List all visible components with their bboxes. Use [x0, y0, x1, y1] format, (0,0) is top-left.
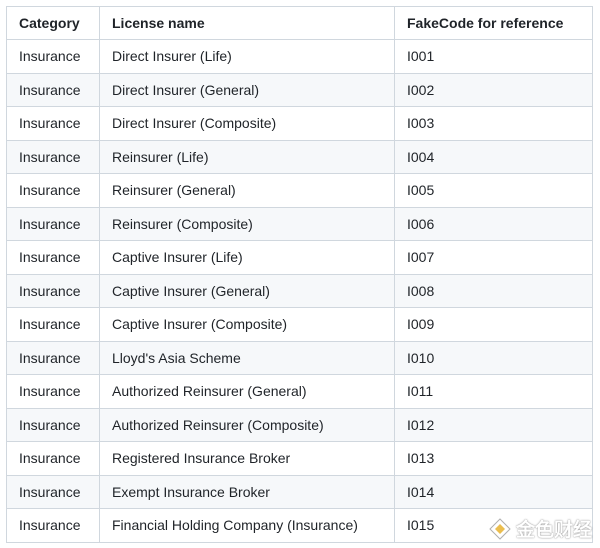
- cell-license-name: Captive Insurer (General): [99, 273, 395, 308]
- cell-category: Insurance: [6, 139, 100, 174]
- cell-category: Insurance: [6, 206, 100, 241]
- cell-category: Insurance: [6, 106, 100, 141]
- table-row: Insurance Reinsurer (General) I005: [6, 173, 593, 208]
- cell-fakecode: I003: [394, 106, 593, 141]
- cell-category: Insurance: [6, 240, 100, 275]
- cell-fakecode: I001: [394, 39, 593, 74]
- cell-category: Insurance: [6, 307, 100, 342]
- cell-license-name: Direct Insurer (Life): [99, 39, 395, 74]
- cell-license-name: Authorized Reinsurer (Composite): [99, 407, 395, 442]
- cell-category: Insurance: [6, 340, 100, 375]
- cell-fakecode: I004: [394, 139, 593, 174]
- table-body: Insurance Direct Insurer (Life) I001 Insura…: [6, 39, 593, 543]
- cell-fakecode: I013: [394, 441, 593, 476]
- cell-license-name: Exempt Insurance Broker: [99, 474, 395, 509]
- table-row: Insurance Authorized Reinsurer (General) I…: [6, 374, 593, 409]
- cell-license-name: Direct Insurer (Composite): [99, 106, 395, 141]
- cell-license-name: Captive Insurer (Life): [99, 240, 395, 275]
- license-table: Category License name FakeCode for refer…: [6, 6, 593, 543]
- table-row: Insurance Reinsurer (Composite) I006: [6, 206, 593, 241]
- watermark-text: 金色财经: [515, 520, 592, 541]
- table-header: Category License name FakeCode for refer…: [6, 6, 593, 40]
- cell-license-name: Reinsurer (Life): [99, 139, 395, 174]
- cell-fakecode: I009: [394, 307, 593, 342]
- table-row: Insurance Direct Insurer (General) I002: [6, 72, 593, 107]
- header-row: Category License name FakeCode for refer…: [6, 6, 593, 40]
- table-row: Insurance Authorized Reinsurer (Composite…: [6, 407, 593, 442]
- cell-fakecode: I010: [394, 340, 593, 375]
- jinse-logo-icon: [489, 517, 511, 540]
- cell-license-name: Financial Holding Company (Insurance): [99, 508, 395, 543]
- cell-category: Insurance: [6, 508, 100, 543]
- header-license-name: License name: [99, 6, 395, 40]
- watermark: 金色财经: [488, 515, 592, 542]
- cell-license-name: Reinsurer (Composite): [99, 206, 395, 241]
- table-row: Insurance Lloyd's Asia Scheme I010: [6, 340, 593, 375]
- cell-category: Insurance: [6, 173, 100, 208]
- cell-license-name: Captive Insurer (Composite): [99, 307, 395, 342]
- cell-category: Insurance: [6, 39, 100, 74]
- cell-category: Insurance: [6, 374, 100, 409]
- table-row: Insurance Captive Insurer (Life) I007: [6, 240, 593, 275]
- cell-category: Insurance: [6, 474, 100, 509]
- cell-license-name: Direct Insurer (General): [99, 72, 395, 107]
- cell-category: Insurance: [6, 441, 100, 476]
- cell-fakecode: I012: [394, 407, 593, 442]
- header-fakecode: FakeCode for reference: [394, 6, 593, 40]
- cell-fakecode: I014: [394, 474, 593, 509]
- table-row: Insurance Captive Insurer (General) I008: [6, 273, 593, 308]
- cell-category: Insurance: [6, 273, 100, 308]
- cell-fakecode: I002: [394, 72, 593, 107]
- cell-fakecode: I007: [394, 240, 593, 275]
- cell-fakecode: I008: [394, 273, 593, 308]
- cell-category: Insurance: [6, 407, 100, 442]
- table-row: Insurance Captive Insurer (Composite) I009: [6, 307, 593, 342]
- cell-fakecode: I006: [394, 206, 593, 241]
- cell-fakecode: I011: [394, 374, 593, 409]
- table-row: Insurance Exempt Insurance Broker I014: [6, 474, 593, 509]
- header-category: Category: [6, 6, 100, 40]
- cell-fakecode: I005: [394, 173, 593, 208]
- table-row: Insurance Reinsurer (Life) I004: [6, 139, 593, 174]
- table-row: Insurance Registered Insurance Broker I013: [6, 441, 593, 476]
- cell-license-name: Authorized Reinsurer (General): [99, 374, 395, 409]
- cell-license-name: Lloyd's Asia Scheme: [99, 340, 395, 375]
- cell-category: Insurance: [6, 72, 100, 107]
- cell-license-name: Registered Insurance Broker: [99, 441, 395, 476]
- table-row: Insurance Direct Insurer (Composite) I003: [6, 106, 593, 141]
- cell-license-name: Reinsurer (General): [99, 173, 395, 208]
- table-row: Insurance Direct Insurer (Life) I001: [6, 39, 593, 74]
